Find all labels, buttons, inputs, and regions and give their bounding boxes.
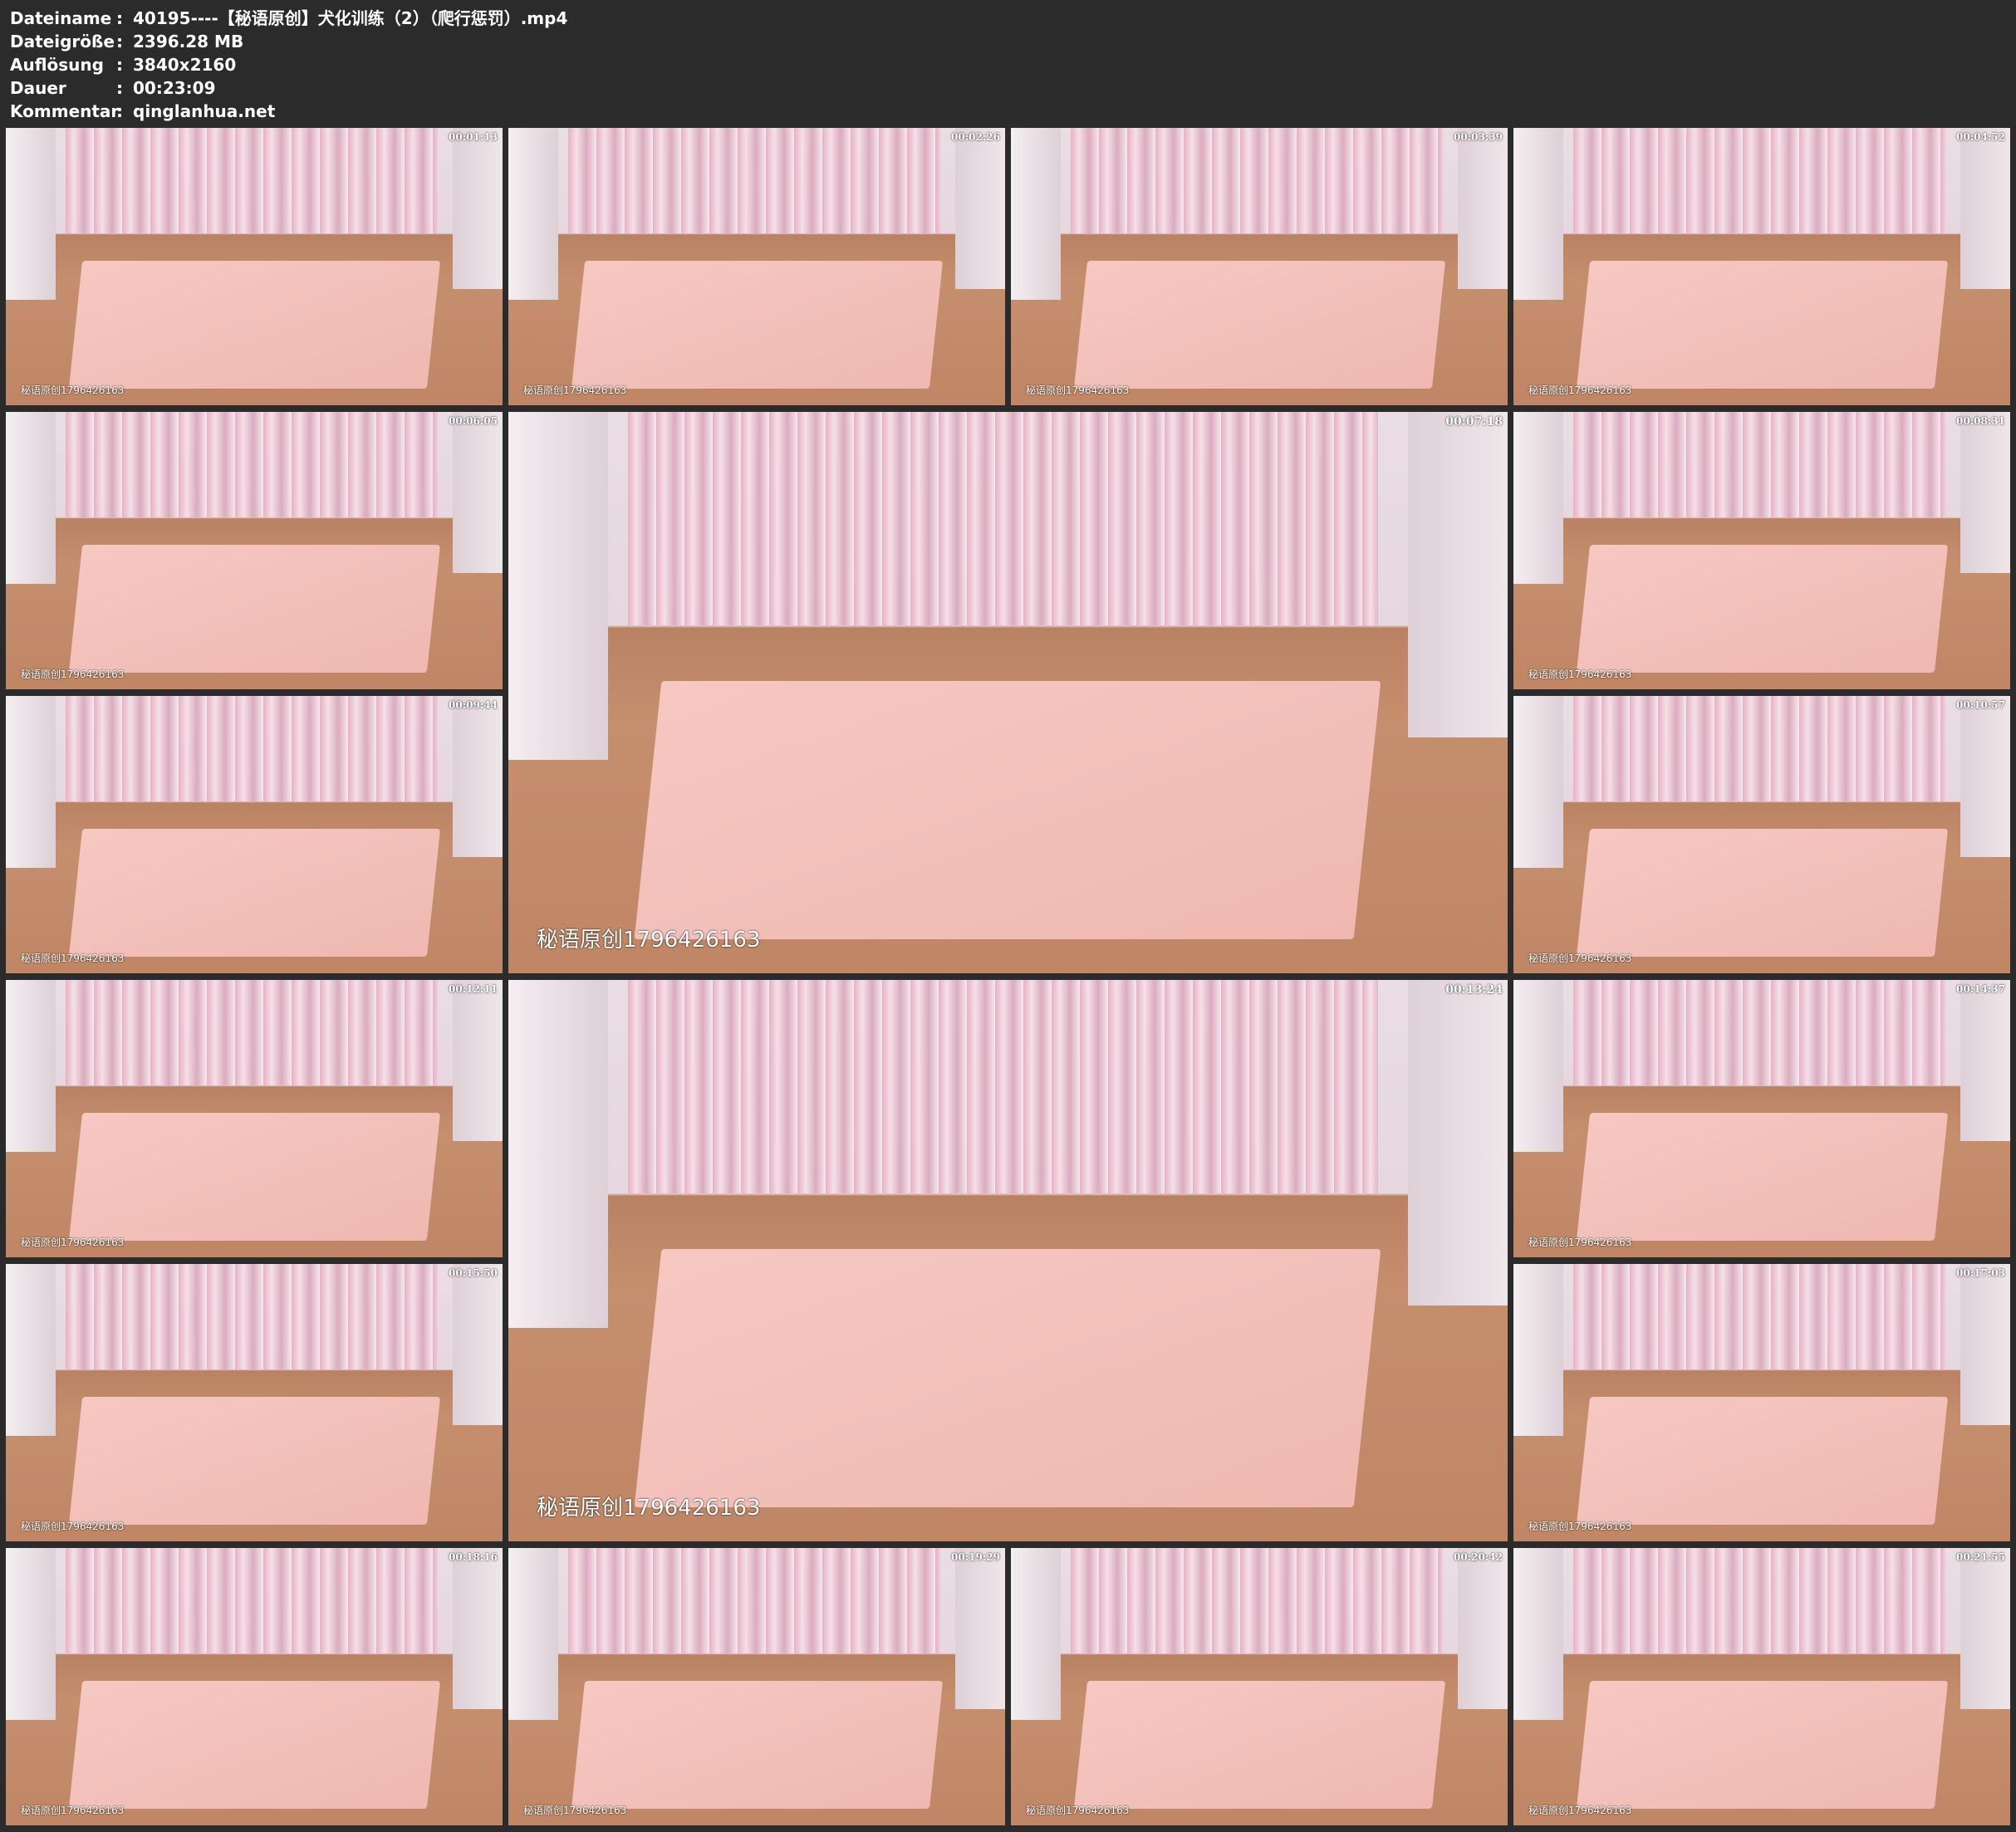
timecode: 00:10:57 xyxy=(1956,699,2005,711)
pink-mat xyxy=(1576,1113,1948,1241)
watermark: 秘语原创1796426163 xyxy=(1528,1521,1632,1532)
pink-mat xyxy=(1576,1681,1948,1809)
pink-mat xyxy=(1073,261,1445,389)
timecode: 00:04:52 xyxy=(1956,131,2005,143)
curtain xyxy=(65,128,439,233)
watermark: 秘语原创1796426163 xyxy=(523,1805,627,1816)
timecode: 00:08:31 xyxy=(1956,415,2005,427)
video-thumbnail[interactable]: 00:14:37 秘语原创1796426163 xyxy=(1513,980,2010,1257)
timecode: 00:17:03 xyxy=(1956,1267,2005,1279)
watermark: 秘语原创1796426163 xyxy=(523,385,627,396)
timecode: 00:20:42 xyxy=(1454,1551,1503,1563)
watermark: 秘语原创1796426163 xyxy=(21,385,125,396)
watermark: 秘语原创1796426163 xyxy=(21,953,125,964)
watermark: 秘语原创1796426163 xyxy=(1026,1805,1130,1816)
video-thumbnail[interactable]: 00:08:31 秘语原创1796426163 xyxy=(1513,412,2010,689)
timecode: 00:06:05 xyxy=(449,415,498,427)
pink-mat xyxy=(1576,1397,1948,1525)
curtain xyxy=(65,696,439,801)
timecode: 00:03:39 xyxy=(1454,131,1503,143)
pink-mat xyxy=(1576,545,1948,673)
watermark: 秘语原创1796426163 xyxy=(1528,1805,1632,1816)
video-thumbnail[interactable]: 00:18:16 秘语原创1796426163 xyxy=(6,1548,503,1825)
timecode: 00:02:26 xyxy=(951,131,1000,143)
curtain xyxy=(1070,1548,1444,1653)
curtain xyxy=(1572,1548,1946,1653)
curtain xyxy=(65,1548,439,1653)
video-thumbnail[interactable]: 00:15:50 秘语原创1796426163 xyxy=(6,1264,503,1541)
timecode: 00:15:50 xyxy=(449,1267,498,1279)
timecode: 00:19:29 xyxy=(951,1551,1000,1563)
watermark: 秘语原创1796426163 xyxy=(21,1805,125,1816)
video-thumbnail[interactable]: 00:17:03 秘语原创1796426163 xyxy=(1513,1264,2010,1541)
video-thumbnail[interactable]: 00:10:57 秘语原创1796426163 xyxy=(1513,696,2010,973)
video-thumbnail-large[interactable]: 00:13:24 秘语原创1796426163 xyxy=(508,980,1508,1541)
video-thumbnail[interactable]: 00:20:42 秘语原创1796426163 xyxy=(1011,1548,1508,1825)
watermark: 秘语原创1796426163 xyxy=(537,928,761,953)
pink-mat xyxy=(571,1681,943,1809)
curtain xyxy=(1572,980,1946,1085)
pink-mat xyxy=(1576,829,1948,957)
video-thumbnail[interactable]: 00:01:13 秘语原创1796426163 xyxy=(6,128,503,405)
video-thumbnail-large[interactable]: 00:07:18 秘语原创1796426163 xyxy=(508,412,1508,973)
curtain xyxy=(65,1264,439,1369)
watermark: 秘语原创1796426163 xyxy=(1026,385,1130,396)
video-thumbnail[interactable]: 00:12:11 秘语原创1796426163 xyxy=(6,980,503,1257)
pink-mat xyxy=(1073,1681,1445,1809)
watermark: 秘语原创1796426163 xyxy=(21,1237,125,1248)
watermark: 秘语原创1796426163 xyxy=(21,1521,125,1532)
watermark: 秘语原创1796426163 xyxy=(1528,385,1632,396)
curtain xyxy=(1572,1264,1946,1369)
video-thumbnail[interactable]: 00:02:26 秘语原创1796426163 xyxy=(508,128,1005,405)
watermark: 秘语原创1796426163 xyxy=(1528,953,1632,964)
pink-mat xyxy=(571,261,943,389)
timecode: 00:18:16 xyxy=(449,1551,498,1563)
timecode: 00:07:18 xyxy=(1445,415,1503,429)
video-thumbnail[interactable]: 00:09:44 秘语原创1796426163 xyxy=(6,696,503,973)
pink-mat xyxy=(1576,261,1948,389)
watermark: 秘语原创1796426163 xyxy=(1528,669,1632,680)
pink-mat xyxy=(68,1113,440,1241)
thumbnail-grid: 00:01:13 秘语原创1796426163 00:02:26 秘语原创179… xyxy=(0,0,2016,1832)
pink-mat xyxy=(68,545,440,673)
curtain xyxy=(1572,696,1946,801)
curtain xyxy=(567,1548,941,1653)
pink-mat xyxy=(635,681,1381,940)
pink-mat xyxy=(68,1681,440,1809)
watermark: 秘语原创1796426163 xyxy=(21,669,125,680)
timecode: 00:21:55 xyxy=(1956,1551,2005,1563)
curtain xyxy=(1572,412,1946,517)
video-thumbnail[interactable]: 00:19:29 秘语原创1796426163 xyxy=(508,1548,1005,1825)
timecode: 00:14:37 xyxy=(1956,983,2005,995)
video-thumbnail[interactable]: 00:21:55 秘语原创1796426163 xyxy=(1513,1548,2010,1825)
curtain xyxy=(628,412,1378,625)
curtain xyxy=(65,412,439,517)
curtain xyxy=(1070,128,1444,233)
timecode: 00:13:24 xyxy=(1445,983,1503,997)
curtain xyxy=(1572,128,1946,233)
timecode: 00:12:11 xyxy=(449,983,498,995)
curtain xyxy=(628,980,1378,1193)
pink-mat xyxy=(68,261,440,389)
pink-mat xyxy=(68,1397,440,1525)
timecode: 00:09:44 xyxy=(449,699,498,711)
timecode: 00:01:13 xyxy=(449,131,498,143)
curtain xyxy=(65,980,439,1085)
video-thumbnail[interactable]: 00:06:05 秘语原创1796426163 xyxy=(6,412,503,689)
pink-mat xyxy=(68,829,440,957)
curtain xyxy=(567,128,941,233)
watermark: 秘语原创1796426163 xyxy=(537,1496,761,1521)
video-thumbnail[interactable]: 00:03:39 秘语原创1796426163 xyxy=(1011,128,1508,405)
video-thumbnail[interactable]: 00:04:52 秘语原创1796426163 xyxy=(1513,128,2010,405)
pink-mat xyxy=(635,1249,1381,1508)
watermark: 秘语原创1796426163 xyxy=(1528,1237,1632,1248)
